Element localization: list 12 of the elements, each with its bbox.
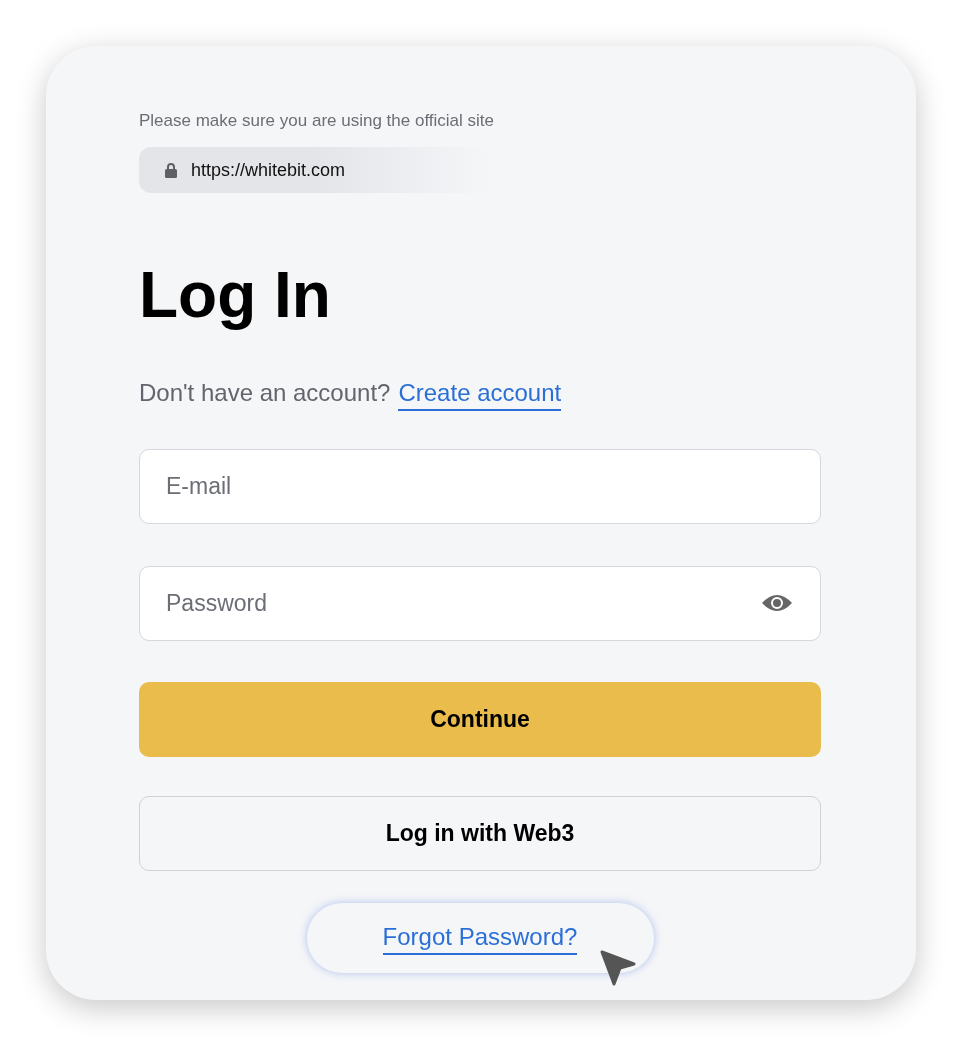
security-notice: Please make sure you are using the official site bbox=[139, 110, 495, 132]
web3-login-button[interactable]: Log in with Web3 bbox=[139, 796, 821, 871]
continue-button[interactable]: Continue bbox=[139, 682, 821, 757]
signup-prompt: Don't have an account? bbox=[139, 378, 391, 408]
lock-icon bbox=[165, 162, 177, 178]
forgot-password-link[interactable]: Forgot Password? bbox=[382, 921, 578, 955]
create-account-link[interactable]: Create account bbox=[398, 377, 562, 411]
email-field[interactable]: E-mail bbox=[139, 449, 821, 524]
page-title: Log In bbox=[139, 258, 332, 333]
password-field[interactable]: Password bbox=[139, 566, 821, 641]
url-text: https://whitebit.com bbox=[191, 158, 346, 182]
eye-icon[interactable] bbox=[761, 593, 793, 613]
